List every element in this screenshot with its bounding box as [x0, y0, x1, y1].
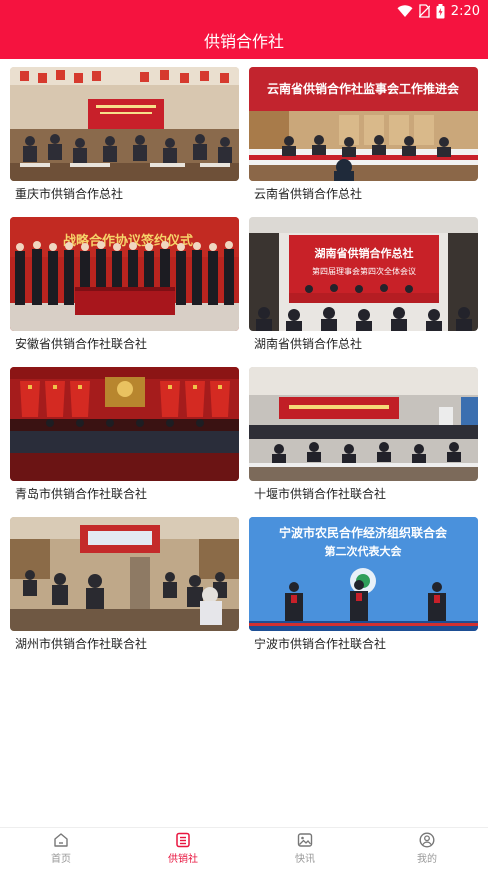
tab-label: 我的 — [417, 854, 437, 865]
status-bar: 2:20 — [397, 2, 480, 20]
tab-profile[interactable]: 我的 — [366, 828, 488, 869]
photo-banner-text: 宁波市农民合作经济组织联合会 — [279, 525, 448, 540]
battery-icon — [436, 3, 445, 19]
photo-banner-text: 湖南省供销合作总社 — [315, 246, 414, 260]
photo-banner-subtext: 第二次代表大会 — [325, 544, 403, 558]
bottom-tab-bar: 首页 供销社 快讯 我的 — [0, 827, 488, 869]
coop-card-qingdao[interactable]: 青岛市供销合作社联合社 — [10, 367, 239, 507]
coop-card-hunan[interactable]: 湖南省供销合作总社 第四届理事会第四次全体会议 湖南省供销合作总社 — [249, 217, 478, 357]
user-icon — [419, 832, 435, 848]
training-room-photo — [10, 517, 239, 631]
wifi-icon — [397, 4, 413, 18]
app-header: 2:20 供销合作社 — [0, 0, 488, 59]
tab-news[interactable]: 快讯 — [244, 828, 366, 869]
photo-banner-text: 云南省供销合作社监事会工作推进会 — [267, 81, 460, 96]
card-caption: 湖南省供销合作总社 — [254, 337, 363, 351]
congress-stage-photo: 宁波市农民合作经济组织联合会 第二次代表大会 — [249, 517, 478, 631]
coop-card-chongqing[interactable]: 重庆市供销合作总社 — [10, 67, 239, 207]
card-caption: 云南省供销合作总社 — [254, 187, 363, 201]
image-icon — [297, 832, 313, 848]
tab-label: 供销社 — [168, 854, 198, 865]
page-title: 供销合作社 — [203, 32, 284, 51]
coop-card-huzhou[interactable]: 湖州市供销合作社联合社 — [10, 517, 239, 657]
card-caption: 宁波市供销合作社联合社 — [254, 637, 387, 651]
card-caption: 青岛市供销合作社联合社 — [15, 487, 148, 501]
supervisory-meeting-photo: 云南省供销合作社监事会工作推进会 — [249, 67, 478, 181]
coop-card-ningbo[interactable]: 宁波市农民合作经济组织联合会 第二次代表大会 宁波市供销合作社联合社 — [249, 517, 478, 657]
conference-room-photo — [10, 67, 239, 181]
hall-meeting-photo — [249, 367, 478, 481]
card-caption: 湖州市供销合作社联合社 — [15, 637, 148, 651]
coop-card-shiyan[interactable]: 十堰市供销合作社联合社 — [249, 367, 478, 507]
coop-card-yunnan[interactable]: 云南省供销合作社监事会工作推进会 云南省供销合作总社 — [249, 67, 478, 207]
tab-coop[interactable]: 供销社 — [122, 828, 244, 869]
card-caption: 重庆市供销合作总社 — [15, 187, 124, 201]
status-time: 2:20 — [450, 3, 480, 19]
council-meeting-photo: 湖南省供销合作总社 第四届理事会第四次全体会议 — [249, 217, 478, 331]
signing-ceremony-photo: 战略合作协议签约仪式 — [10, 217, 239, 331]
card-caption: 安徽省供销合作社联合社 — [15, 337, 148, 351]
tab-label: 首页 — [51, 854, 71, 865]
card-caption: 十堰市供销合作社联合社 — [254, 487, 387, 501]
stage-with-flags-photo — [10, 367, 239, 481]
coop-card-anhui[interactable]: 战略合作协议签约仪式 安徽省供销合作社联合社 — [10, 217, 239, 357]
no-sim-icon — [418, 4, 430, 18]
list-doc-icon — [175, 832, 191, 848]
tab-home[interactable]: 首页 — [0, 828, 122, 869]
photo-banner-subtext: 第四届理事会第四次全体会议 — [312, 266, 416, 276]
home-icon — [53, 832, 69, 848]
tab-label: 快讯 — [295, 854, 315, 865]
